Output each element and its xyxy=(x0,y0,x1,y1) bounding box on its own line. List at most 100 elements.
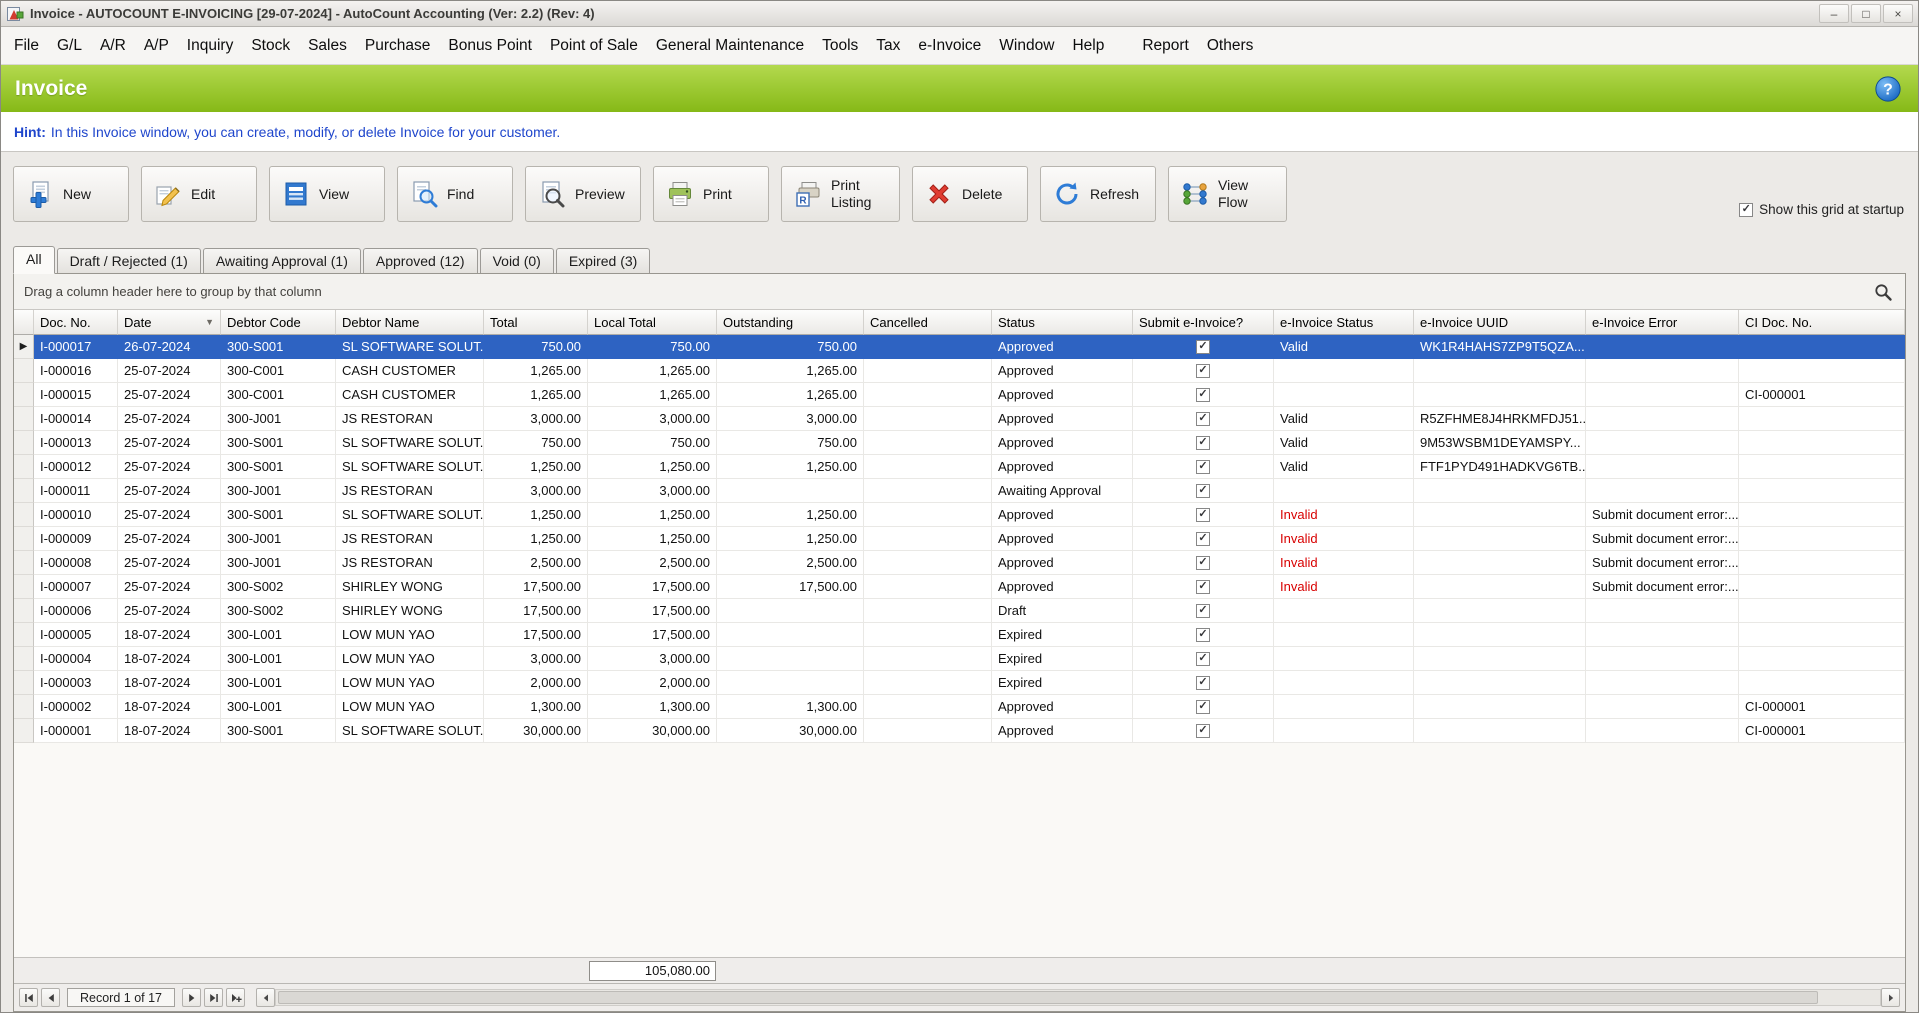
cell-einvoice-uuid[interactable] xyxy=(1414,503,1586,527)
column-header-outstanding[interactable]: Outstanding xyxy=(717,310,864,335)
cell-status[interactable]: Approved xyxy=(992,455,1133,479)
cell-ci-doc-no[interactable] xyxy=(1739,359,1905,383)
menu-item-g-l[interactable]: G/L xyxy=(48,33,91,59)
cell-date[interactable]: 18-07-2024 xyxy=(118,695,221,719)
cell-einvoice-status[interactable]: Invalid xyxy=(1274,527,1414,551)
cell-submit-einvoice[interactable]: ✓ xyxy=(1133,575,1274,599)
cell-einvoice-status[interactable]: Invalid xyxy=(1274,575,1414,599)
cell-ci-doc-no[interactable] xyxy=(1739,527,1905,551)
cell-ci-doc-no[interactable] xyxy=(1739,503,1905,527)
cell-cancelled[interactable] xyxy=(864,503,992,527)
cell-submit-einvoice[interactable]: ✓ xyxy=(1133,695,1274,719)
cell-debtor-code[interactable]: 300-J001 xyxy=(221,551,336,575)
menu-item-file[interactable]: File xyxy=(5,33,48,59)
cell-local-total[interactable]: 2,500.00 xyxy=(588,551,717,575)
cell-date[interactable]: 25-07-2024 xyxy=(118,383,221,407)
cell-debtor-code[interactable]: 300-S002 xyxy=(221,599,336,623)
cell-cancelled[interactable] xyxy=(864,623,992,647)
cell-local-total[interactable]: 1,250.00 xyxy=(588,527,717,551)
cell-status[interactable]: Approved xyxy=(992,575,1133,599)
cell-debtor-code[interactable]: 300-S001 xyxy=(221,503,336,527)
tab-expired-3[interactable]: Expired (3) xyxy=(556,248,650,273)
cell-submit-einvoice[interactable]: ✓ xyxy=(1133,599,1274,623)
table-row[interactable]: I-00001625-07-2024300-C001CASH CUSTOMER1… xyxy=(14,359,1905,383)
cell-einvoice-status[interactable]: Valid xyxy=(1274,455,1414,479)
cell-doc[interactable]: I-000003 xyxy=(34,671,118,695)
cell-ci-doc-no[interactable] xyxy=(1739,671,1905,695)
table-row[interactable]: I-00001525-07-2024300-C001CASH CUSTOMER1… xyxy=(14,383,1905,407)
cell-ci-doc-no[interactable] xyxy=(1739,599,1905,623)
cell-debtor-code[interactable]: 300-L001 xyxy=(221,695,336,719)
menu-item-bonus-point[interactable]: Bonus Point xyxy=(439,33,541,59)
column-header-local-total[interactable]: Local Total xyxy=(588,310,717,335)
cell-cancelled[interactable] xyxy=(864,695,992,719)
cell-status[interactable]: Expired xyxy=(992,623,1133,647)
cell-date[interactable]: 18-07-2024 xyxy=(118,671,221,695)
cell-outstanding[interactable]: 1,265.00 xyxy=(717,383,864,407)
cell-einvoice-uuid[interactable] xyxy=(1414,575,1586,599)
cell-ci-doc-no[interactable] xyxy=(1739,575,1905,599)
cell-einvoice-status[interactable] xyxy=(1274,695,1414,719)
menu-item-tax[interactable]: Tax xyxy=(867,33,909,59)
cell-status[interactable]: Approved xyxy=(992,695,1133,719)
cell-date[interactable]: 25-07-2024 xyxy=(118,407,221,431)
submit-einvoice-checkbox[interactable]: ✓ xyxy=(1196,484,1210,498)
cell-einvoice-status[interactable] xyxy=(1274,479,1414,503)
cell-status[interactable]: Approved xyxy=(992,359,1133,383)
submit-einvoice-checkbox[interactable]: ✓ xyxy=(1196,508,1210,522)
cell-status[interactable]: Approved xyxy=(992,383,1133,407)
submit-einvoice-checkbox[interactable]: ✓ xyxy=(1196,436,1210,450)
cell-ci-doc-no[interactable] xyxy=(1739,551,1905,575)
cell-total[interactable]: 1,250.00 xyxy=(484,527,588,551)
cell-doc[interactable]: I-000017 xyxy=(34,335,118,359)
cell-debtor-name[interactable]: LOW MUN YAO xyxy=(336,647,484,671)
cell-cancelled[interactable] xyxy=(864,383,992,407)
cell-cancelled[interactable] xyxy=(864,335,992,359)
menu-item-purchase[interactable]: Purchase xyxy=(356,33,439,59)
cell-einvoice-status[interactable] xyxy=(1274,671,1414,695)
cell-cancelled[interactable] xyxy=(864,479,992,503)
cell-einvoice-error[interactable]: Submit document error:... xyxy=(1586,527,1739,551)
cell-submit-einvoice[interactable]: ✓ xyxy=(1133,647,1274,671)
help-icon[interactable]: ? xyxy=(1874,75,1902,103)
close-button[interactable]: × xyxy=(1883,4,1913,23)
cell-cancelled[interactable] xyxy=(864,455,992,479)
cell-total[interactable]: 1,250.00 xyxy=(484,455,588,479)
cell-date[interactable]: 25-07-2024 xyxy=(118,479,221,503)
submit-einvoice-checkbox[interactable]: ✓ xyxy=(1196,724,1210,738)
group-by-panel[interactable]: Drag a column header here to group by th… xyxy=(14,274,1905,310)
cell-einvoice-status[interactable]: Invalid xyxy=(1274,551,1414,575)
cell-outstanding[interactable]: 1,265.00 xyxy=(717,359,864,383)
cell-einvoice-error[interactable] xyxy=(1586,407,1739,431)
submit-einvoice-checkbox[interactable]: ✓ xyxy=(1196,676,1210,690)
cell-doc[interactable]: I-000016 xyxy=(34,359,118,383)
cell-status[interactable]: Draft xyxy=(992,599,1133,623)
cell-date[interactable]: 25-07-2024 xyxy=(118,575,221,599)
cell-debtor-code[interactable]: 300-S001 xyxy=(221,431,336,455)
cell-einvoice-uuid[interactable] xyxy=(1414,623,1586,647)
cell-debtor-name[interactable]: SL SOFTWARE SOLUT... xyxy=(336,503,484,527)
submit-einvoice-checkbox[interactable]: ✓ xyxy=(1196,580,1210,594)
cell-date[interactable]: 25-07-2024 xyxy=(118,599,221,623)
table-row[interactable]: I-00001025-07-2024300-S001SL SOFTWARE SO… xyxy=(14,503,1905,527)
cell-submit-einvoice[interactable]: ✓ xyxy=(1133,551,1274,575)
cell-status[interactable]: Approved xyxy=(992,335,1133,359)
cell-cancelled[interactable] xyxy=(864,431,992,455)
column-header-date[interactable]: Date▼ xyxy=(118,310,221,335)
cell-status[interactable]: Approved xyxy=(992,503,1133,527)
cell-einvoice-status[interactable]: Invalid xyxy=(1274,503,1414,527)
cell-total[interactable]: 17,500.00 xyxy=(484,623,588,647)
cell-total[interactable]: 30,000.00 xyxy=(484,719,588,743)
cell-einvoice-uuid[interactable]: FTF1PYD491HADKVG6TB... xyxy=(1414,455,1586,479)
tab-awaiting-approval-1[interactable]: Awaiting Approval (1) xyxy=(203,248,361,273)
cell-total[interactable]: 1,250.00 xyxy=(484,503,588,527)
cell-outstanding[interactable] xyxy=(717,647,864,671)
menu-item-report[interactable]: Report xyxy=(1133,33,1198,59)
cell-ci-doc-no[interactable] xyxy=(1739,407,1905,431)
table-row[interactable]: I-00000518-07-2024300-L001LOW MUN YAO17,… xyxy=(14,623,1905,647)
cell-ci-doc-no[interactable] xyxy=(1739,455,1905,479)
cell-status[interactable]: Approved xyxy=(992,719,1133,743)
cell-ci-doc-no[interactable]: CI-000001 xyxy=(1739,695,1905,719)
find-button[interactable]: Find xyxy=(397,166,513,222)
cell-status[interactable]: Expired xyxy=(992,647,1133,671)
